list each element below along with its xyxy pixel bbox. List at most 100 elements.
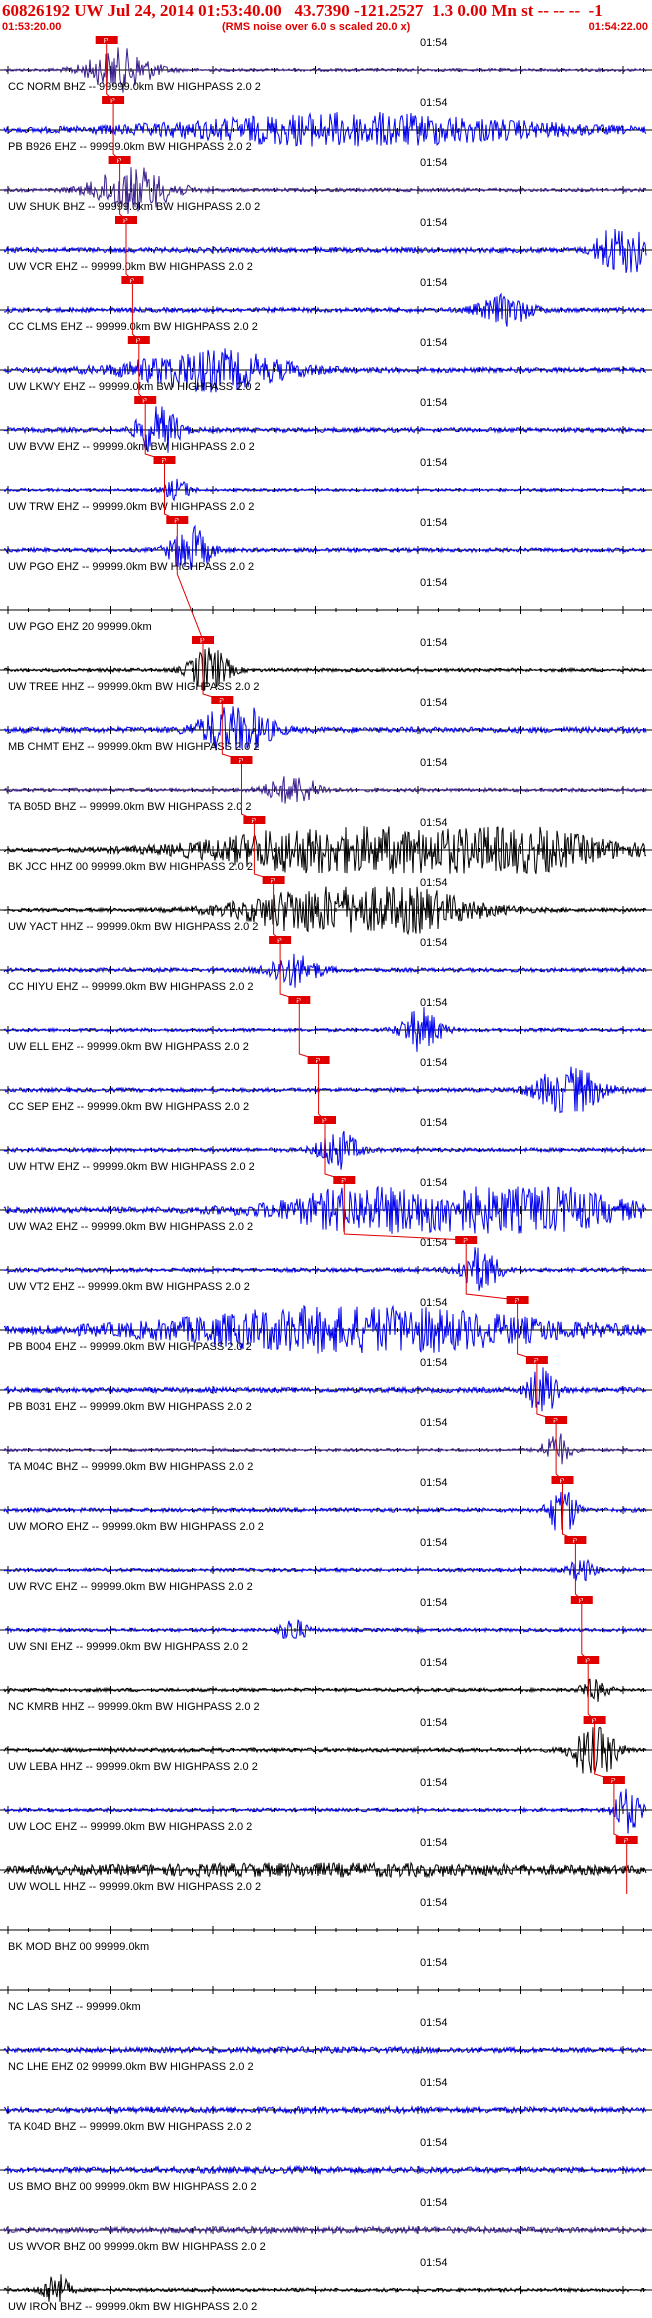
time-tick-label: 01:54 <box>420 637 448 649</box>
station-row: 01:54 US BMO BHZ 00 99999.0km BW HIGHPASS… <box>0 2137 652 2193</box>
waveform-trace <box>3 1619 647 1640</box>
station-row: 01:54 UW WA2 EHZ -- 99999.0km BW HIGHPASS… <box>0 1176 652 1234</box>
end-time-label: 01:54:22.00 <box>588 21 648 33</box>
station-label: UW TREE HHZ -- 99999.0km BW HIGHPASS 2.0… <box>8 681 259 693</box>
station-label: NC KMRB HHZ -- 99999.0km BW HIGHPASS 2.0… <box>8 1701 260 1713</box>
station-label: UW VT2 EHZ -- 99999.0km BW HIGHPASS 2.0 … <box>8 1281 250 1293</box>
time-tick-label: 01:54 <box>420 217 448 229</box>
time-tick-label: 01:54 <box>420 1417 448 1429</box>
station-row: 01:54 TA M04C BHZ -- 99999.0km BW HIGHPAS… <box>0 1416 652 1473</box>
time-tick-label: 01:54 <box>420 1837 448 1849</box>
station-label: UW LEBA HHZ -- 99999.0km BW HIGHPASS 2.0… <box>8 1761 258 1773</box>
seismogram-svg: 01:54 CC NORM BHZ -- 99999.0km BW HIGHPAS… <box>0 36 652 2313</box>
station-row: 01:54 UW LOC EHZ -- 99999.0km BW HIGHPASS… <box>0 1776 652 1834</box>
station-label: US WVOR BHZ 00 99999.0km BW HIGHPASS 2.0… <box>8 2241 266 2253</box>
time-tick-label: 01:54 <box>420 1477 448 1489</box>
station-label: UW PGO EHZ 20 99999.0km <box>8 621 152 633</box>
waveform-trace <box>3 1433 647 1465</box>
station-label: TA M04C BHZ -- 99999.0km BW HIGHPASS 2.0… <box>8 1461 253 1473</box>
station-row: 01:54 UW PGO EHZ -- 99999.0km BW HIGHPASS… <box>0 516 652 573</box>
station-label: UW YACT HHZ -- 99999.0km BW HIGHPASS 2.0… <box>8 921 258 933</box>
station-row: 01:54 UW BVW EHZ -- 99999.0km BW HIGHPASS… <box>0 396 652 453</box>
station-row: 01:54 TA B05D BHZ -- 99999.0km BW HIGHPAS… <box>0 756 652 813</box>
station-row: 01:54 MB CHMT EHZ -- 99999.0km BW HIGHPAS… <box>0 696 652 753</box>
time-tick-label: 01:54 <box>420 97 448 109</box>
station-row: 01:54UW VT2 EHZ -- 99999.0km BW HIGHPASS… <box>0 1236 652 1293</box>
station-label: BK MOD BHZ 00 99999.0km <box>8 1941 149 1953</box>
waveform-trace <box>3 776 647 804</box>
station-row: 01:54 UW HTW EHZ -- 99999.0km BW HIGHPASS… <box>0 1116 652 1173</box>
time-tick-label: 01:54 <box>420 1357 448 1369</box>
station-label: UW ELL EHZ -- 99999.0km BW HIGHPASS 2.0 … <box>8 1041 249 1053</box>
station-label: UW SNI EHZ -- 99999.0km BW HIGHPASS 2.0 … <box>8 1641 248 1653</box>
station-row: 01:54 UW TREE HHZ -- 99999.0km BW HIGHPAS… <box>0 636 652 693</box>
station-label: UW MORO EHZ -- 99999.0km BW HIGHPASS 2.0… <box>8 1521 264 1533</box>
time-tick-label: 01:54 <box>420 2257 448 2269</box>
station-row: 01:54 UW YACT HHZ -- 99999.0km BW HIGHPAS… <box>0 876 652 936</box>
time-tick-label: 01:54 <box>420 397 448 409</box>
station-row: 01:54 TA K04D BHZ -- 99999.0km BW HIGHPAS… <box>0 2077 652 2133</box>
station-label: UW PGO EHZ -- 99999.0km BW HIGHPASS 2.0 … <box>8 561 254 573</box>
seismogram-panel: 01:54 CC NORM BHZ -- 99999.0km BW HIGHPAS… <box>0 34 652 2318</box>
station-label: UW VCR EHZ -- 99999.0km BW HIGHPASS 2.0 … <box>8 261 253 273</box>
station-row: 01:54 UW IRON BHZ -- 99999.0km BW HIGHPAS… <box>0 2257 652 2313</box>
station-row: 01:54 PB B004 EHZ -- 99999.0km BW HIGHPAS… <box>0 1296 652 1354</box>
time-tick-label: 01:54 <box>420 2077 448 2089</box>
station-row: 01:54 UW SNI EHZ -- 99999.0km BW HIGHPASS… <box>0 1596 652 1653</box>
station-label: PB B031 EHZ -- 99999.0km BW HIGHPASS 2.0… <box>8 1401 252 1413</box>
station-label: PB B926 EHZ -- 99999.0km BW HIGHPASS 2.0… <box>8 141 252 153</box>
time-tick-label: 01:54 <box>420 817 448 829</box>
station-label: UW WOLL HHZ -- 99999.0km BW HIGHPASS 2.0… <box>8 1881 261 1893</box>
station-row: 01:54 UW PGO EHZ 20 99999.0km <box>0 577 652 633</box>
station-label: CC SEP EHZ -- 99999.0km BW HIGHPASS 2.0 … <box>8 1101 249 1113</box>
time-tick-label: 01:54 <box>420 1657 448 1669</box>
station-label: TA B05D BHZ -- 99999.0km BW HIGHPASS 2.0… <box>8 801 252 813</box>
station-label: PB B004 EHZ -- 99999.0km BW HIGHPASS 2.0… <box>8 1341 252 1353</box>
time-tick-label: 01:54 <box>420 877 448 889</box>
time-tick-label: 01:54 <box>420 1777 448 1789</box>
time-tick-label: 01:54 <box>420 337 448 349</box>
station-row: 01:54UW ELL EHZ -- 99999.0km BW HIGHPASS… <box>0 996 652 1053</box>
station-row: 01:54 NC LAS SHZ -- 99999.0km <box>0 1957 652 2013</box>
station-row: 01:54 CC HIYU EHZ -- 99999.0km BW HIGHPAS… <box>0 936 652 993</box>
time-tick-label: 01:54 <box>420 277 448 289</box>
time-tick-label: 01:54 <box>420 577 448 589</box>
station-label: UW LKWY EHZ -- 99999.0km BW HIGHPASS 2.0… <box>8 381 261 393</box>
time-tick-label: 01:54 <box>420 1297 448 1309</box>
station-row: 01:54 NC KMRB HHZ -- 99999.0km BW HIGHPAS… <box>0 1656 652 1713</box>
time-tick-label: 01:54 <box>420 1177 448 1189</box>
station-label: CC CLMS EHZ -- 99999.0km BW HIGHPASS 2.0… <box>8 321 258 333</box>
time-tick-label: 01:54 <box>420 1957 448 1969</box>
event-title: 60826192 UW Jul 24, 2014 01:53:40.00 43.… <box>2 1 603 20</box>
time-tick-label: 01:54 <box>420 457 448 469</box>
time-tick-label: 01:54 <box>420 2017 448 2029</box>
station-row: 01:54 NC LHE EHZ 02 99999.0km BW HIGHPASS… <box>0 2017 652 2073</box>
station-row: 01:54 US WVOR BHZ 00 99999.0km BW HIGHPAS… <box>0 2197 652 2253</box>
time-tick-label: 01:54 <box>420 1537 448 1549</box>
station-label: BK JCC HHZ 00 99999.0km BW HIGHPASS 2.0 … <box>8 861 253 873</box>
station-row: 01:54 BK MOD BHZ 00 99999.0km <box>0 1897 652 1953</box>
station-row: 01:54 CC SEP EHZ -- 99999.0km BW HIGHPASS… <box>0 1056 652 1114</box>
station-row: 01:54 CC NORM BHZ -- 99999.0km BW HIGHPAS… <box>0 36 652 93</box>
time-tick-label: 01:54 <box>420 157 448 169</box>
time-tick-label: 01:54 <box>420 1117 448 1129</box>
station-row: 01:54 UW LKWY EHZ -- 99999.0km BW HIGHPAS… <box>0 336 652 393</box>
station-label: CC HIYU EHZ -- 99999.0km BW HIGHPASS 2.0… <box>8 981 254 993</box>
station-row: 01:54 UW TRW EHZ -- 99999.0km BW HIGHPASS… <box>0 456 652 513</box>
station-label: CC NORM BHZ -- 99999.0km BW HIGHPASS 2.0… <box>8 81 261 93</box>
waveform-trace <box>3 2274 647 2302</box>
station-label: UW WA2 EHZ -- 99999.0km BW HIGHPASS 2.0 … <box>8 1221 253 1233</box>
station-row: 01:54 UW WOLL HHZ -- 99999.0km BW HIGHPAS… <box>0 1836 652 1893</box>
station-row: 01:54 PB B031 EHZ -- 99999.0km BW HIGHPAS… <box>0 1356 652 1413</box>
record-header: 60826192 UW Jul 24, 2014 01:53:40.00 43.… <box>0 0 652 34</box>
station-label: US BMO BHZ 00 99999.0km BW HIGHPASS 2.0 … <box>8 2181 257 2193</box>
station-label: UW BVW EHZ -- 99999.0km BW HIGHPASS 2.0 … <box>8 441 255 453</box>
time-tick-label: 01:54 <box>420 517 448 529</box>
station-label: TA K04D BHZ -- 99999.0km BW HIGHPASS 2.0… <box>8 2121 252 2133</box>
station-row: 01:54 UW MORO EHZ -- 99999.0km BW HIGHPAS… <box>0 1476 652 1533</box>
start-time-label: 01:53:20.00 <box>2 21 62 33</box>
station-row: 01:54 UW RVC EHZ -- 99999.0km BW HIGHPASS… <box>0 1536 652 1593</box>
time-tick-label: 01:54 <box>420 697 448 709</box>
station-label: UW IRON BHZ -- 99999.0km BW HIGHPASS 2.0… <box>8 2301 257 2313</box>
moveout-line <box>106 40 628 1894</box>
